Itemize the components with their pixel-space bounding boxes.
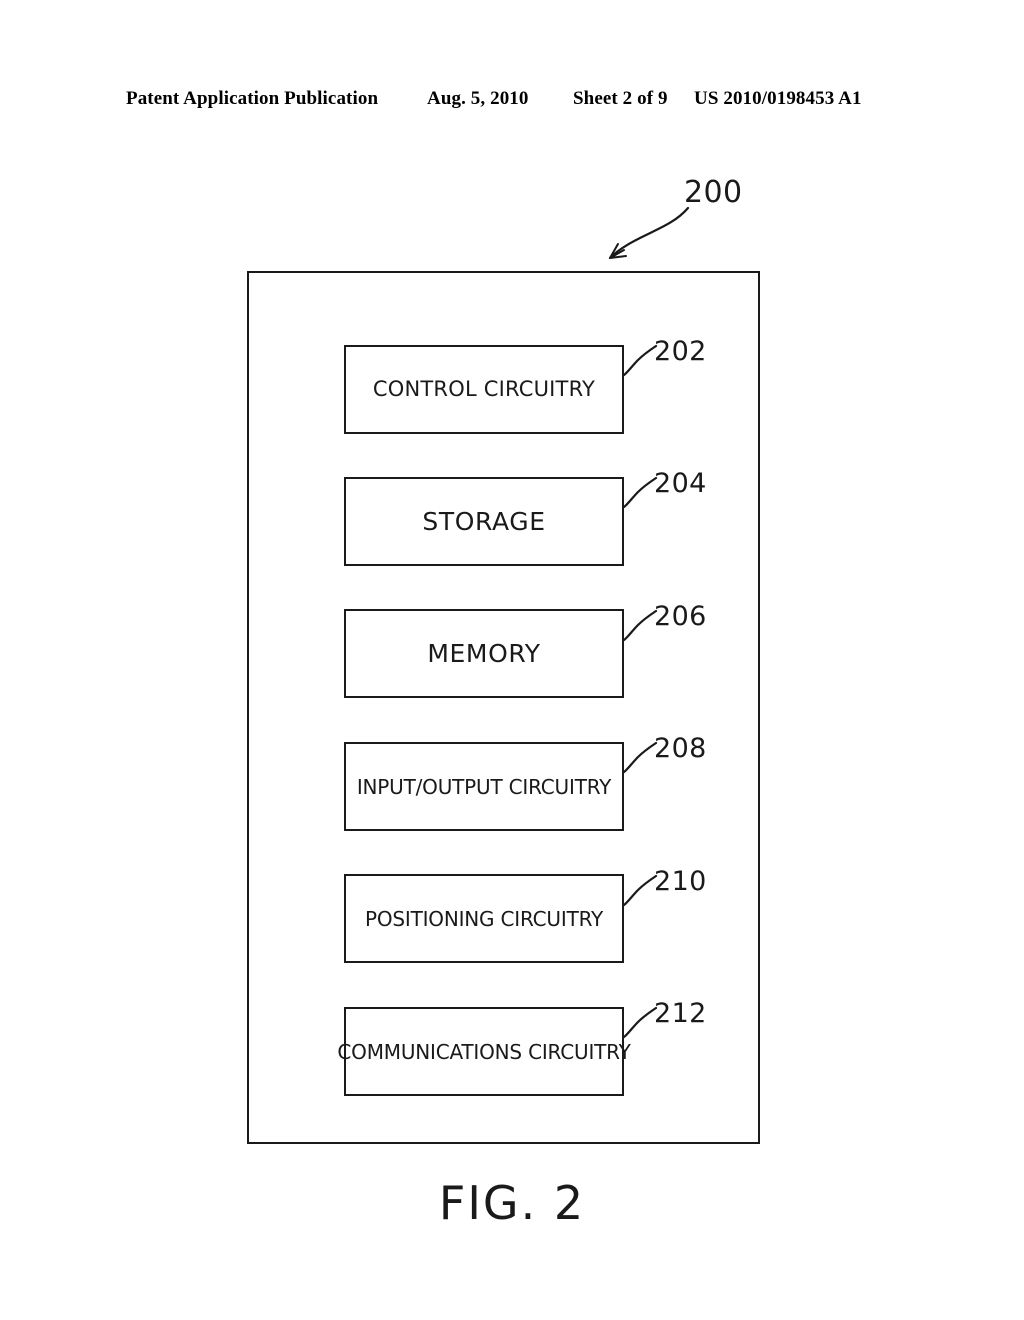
figure-2-block-diagram: CONTROL CIRCUITRY STORAGE MEMORY INPUT/O… <box>0 0 1024 1320</box>
block-label-positioning-circuitry: POSITIONING CIRCUITRY <box>364 906 604 931</box>
block-input-output-circuitry: INPUT/OUTPUT CIRCUITRY <box>344 742 624 831</box>
reference-numeral-200: 200 <box>684 175 743 210</box>
reference-numeral-204: 204 <box>654 468 707 499</box>
leader-arrowhead-200 <box>609 243 627 259</box>
reference-numeral-202: 202 <box>654 336 707 367</box>
block-storage: STORAGE <box>344 477 624 566</box>
leader-line-200 <box>608 206 690 260</box>
block-positioning-circuitry: POSITIONING CIRCUITRY <box>344 874 624 963</box>
reference-numeral-210: 210 <box>654 866 707 897</box>
block-communications-circuitry: COMMUNICATIONS CIRCUITRY <box>337 1007 631 1096</box>
reference-numeral-212: 212 <box>654 998 707 1029</box>
block-label-memory: MEMORY <box>427 639 541 668</box>
block-label-storage: STORAGE <box>422 507 546 536</box>
reference-numeral-206: 206 <box>654 601 707 632</box>
block-label-control-circuitry: CONTROL CIRCUITRY <box>372 377 596 401</box>
block-label-input-output-circuitry: INPUT/OUTPUT CIRCUITRY <box>356 774 612 799</box>
block-memory: MEMORY <box>344 609 624 698</box>
block-label-communications-circuitry: COMMUNICATIONS CIRCUITRY <box>337 1039 631 1064</box>
figure-caption: FIG. 2 <box>438 1176 586 1230</box>
block-control-circuitry: CONTROL CIRCUITRY <box>344 345 624 434</box>
reference-numeral-208: 208 <box>654 733 707 764</box>
